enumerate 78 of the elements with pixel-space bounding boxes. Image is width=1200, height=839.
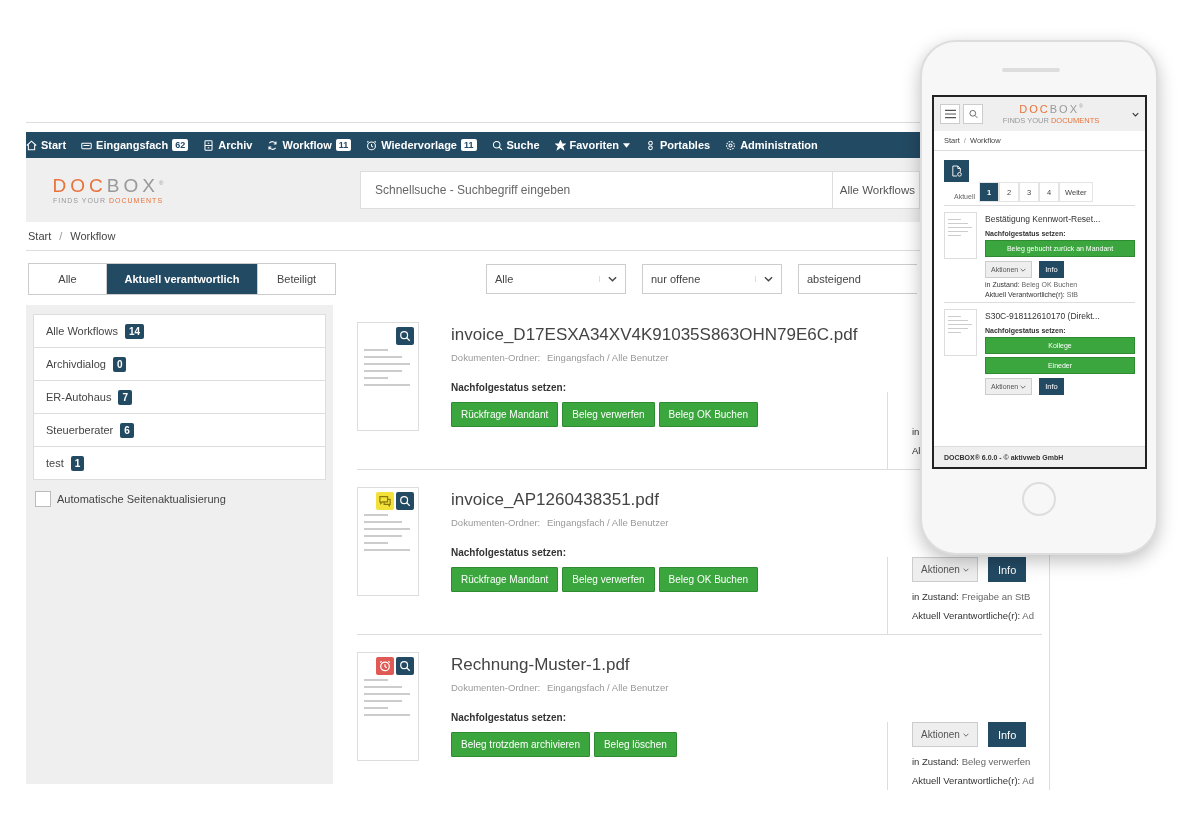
nav-link[interactable]: Workflow 11 bbox=[267, 139, 352, 151]
count-badge: 14 bbox=[124, 323, 145, 339]
count-badge: 6 bbox=[120, 422, 134, 438]
document-title[interactable]: Rechnung-Muster-1.pdf bbox=[451, 655, 885, 675]
nav-link[interactable]: Portables bbox=[645, 139, 711, 151]
document-filter-button[interactable] bbox=[944, 160, 969, 182]
state-text: in Zustand: Freigabe an StB bbox=[912, 591, 1032, 602]
checkbox[interactable] bbox=[35, 491, 51, 507]
owner-text: Aktuell Verantwortliche(r): Ad bbox=[912, 610, 1035, 621]
document-title[interactable]: S30C-918112610170 (Direkt... bbox=[985, 311, 1135, 321]
actions-dropdown[interactable]: Aktionen bbox=[912, 557, 978, 582]
search-icon bbox=[491, 139, 503, 151]
count-badge: 7 bbox=[118, 389, 132, 405]
nav-link[interactable]: Suche bbox=[491, 139, 540, 151]
status-heading: Nachfolgestatus setzen: bbox=[451, 547, 568, 558]
count-badge: 62 bbox=[172, 139, 189, 151]
workflow-list-item[interactable]: Alle Workflows 14 bbox=[34, 315, 325, 348]
folder-path: Dokumenten-Ordner: Eingangsfach / Alle Benutzer bbox=[451, 517, 670, 528]
cabinet-icon bbox=[203, 139, 215, 151]
caret-icon bbox=[623, 142, 631, 148]
status-heading: Nachfolgestatus setzen: bbox=[451, 712, 568, 723]
filter-tab[interactable]: Aktuell verantwortlich bbox=[107, 264, 258, 294]
nav-link[interactable]: Eingangsfach 62 bbox=[81, 139, 189, 151]
owner-text: Aktuell Verantwortliche(r): Ad bbox=[912, 775, 1035, 786]
count-badge: 1 bbox=[70, 455, 85, 471]
chevron-icon bbox=[1020, 384, 1027, 389]
star-icon bbox=[554, 139, 566, 151]
tray-icon bbox=[81, 139, 93, 151]
alarm-clock-icon bbox=[366, 139, 378, 151]
document-title[interactable]: invoice_D17ESXA34XV4K91035S863OHN79E6C.pdf bbox=[451, 325, 885, 345]
home-icon bbox=[26, 139, 37, 151]
zoom-icon[interactable] bbox=[396, 657, 414, 675]
menu-button[interactable] bbox=[940, 104, 960, 124]
filter-dropdown[interactable]: nur offene bbox=[642, 264, 782, 294]
info-button[interactable]: Info bbox=[987, 722, 1027, 747]
nav-link[interactable]: Archiv bbox=[203, 139, 253, 151]
breadcrumb-current: Workflow bbox=[70, 230, 116, 242]
state-text: in bbox=[912, 426, 921, 437]
filter-dropdown[interactable]: Alle bbox=[486, 264, 626, 294]
nav-link[interactable]: Start bbox=[26, 139, 67, 151]
breadcrumb-link[interactable]: Start bbox=[28, 230, 52, 242]
state-text: in Zustand: Beleg verwerfen bbox=[912, 756, 1032, 767]
zoom-icon[interactable] bbox=[396, 327, 414, 345]
nav-link[interactable]: Favoriten bbox=[554, 139, 631, 151]
document-thumbnail bbox=[944, 309, 977, 356]
document-title[interactable]: invoice_AP1260438351.pdf bbox=[451, 490, 885, 510]
document-title[interactable]: Bestätigung Kennwort-Reset... bbox=[985, 214, 1135, 224]
count-badge: 11 bbox=[461, 139, 477, 151]
document-icon bbox=[951, 165, 962, 177]
checkbox-label: Automatische Seitenaktualisierung bbox=[57, 493, 226, 505]
folder-path: Dokumenten-Ordner: Eingangsfach / Alle Benutzer bbox=[451, 352, 670, 363]
info-button[interactable]: Info bbox=[987, 557, 1027, 582]
breadcrumb-separator: / bbox=[59, 230, 63, 242]
menu-icon bbox=[944, 109, 956, 119]
workflow-list-item[interactable]: Steuerberater 6 bbox=[34, 414, 325, 447]
owner-text: Al bbox=[912, 445, 922, 456]
chevron-icon bbox=[599, 276, 617, 282]
workflow-list-item[interactable]: ER-Autohaus 7 bbox=[34, 381, 325, 414]
document-thumbnail bbox=[944, 212, 977, 259]
status-heading: Nachfolgestatus setzen: bbox=[451, 382, 568, 393]
nav-link[interactable]: Administration bbox=[725, 139, 818, 151]
search-icon bbox=[967, 109, 979, 119]
chevron-icon bbox=[1020, 267, 1027, 272]
folder-path: Dokumenten-Ordner: Eingangsfach / Alle Benutzer bbox=[451, 682, 670, 693]
actions-dropdown[interactable]: Aktionen bbox=[912, 722, 978, 747]
workflow-list-item[interactable]: test 1 bbox=[34, 447, 325, 479]
zoom-icon[interactable] bbox=[396, 492, 414, 510]
nav-link[interactable]: Wiedervorlage 11 bbox=[366, 139, 477, 151]
settings-icon bbox=[725, 139, 737, 151]
filter-dropdown[interactable]: absteigend bbox=[798, 264, 917, 294]
cycle-arrows-icon bbox=[267, 139, 279, 151]
workflow-list-item[interactable]: Archivdialog 0 bbox=[34, 348, 325, 381]
count-badge: 11 bbox=[335, 139, 352, 151]
chevron-icon bbox=[962, 567, 969, 572]
count-badge: 0 bbox=[112, 356, 127, 372]
chevron-icon bbox=[755, 276, 773, 282]
chevron-icon[interactable] bbox=[1132, 111, 1139, 117]
chevron-icon bbox=[962, 732, 969, 737]
